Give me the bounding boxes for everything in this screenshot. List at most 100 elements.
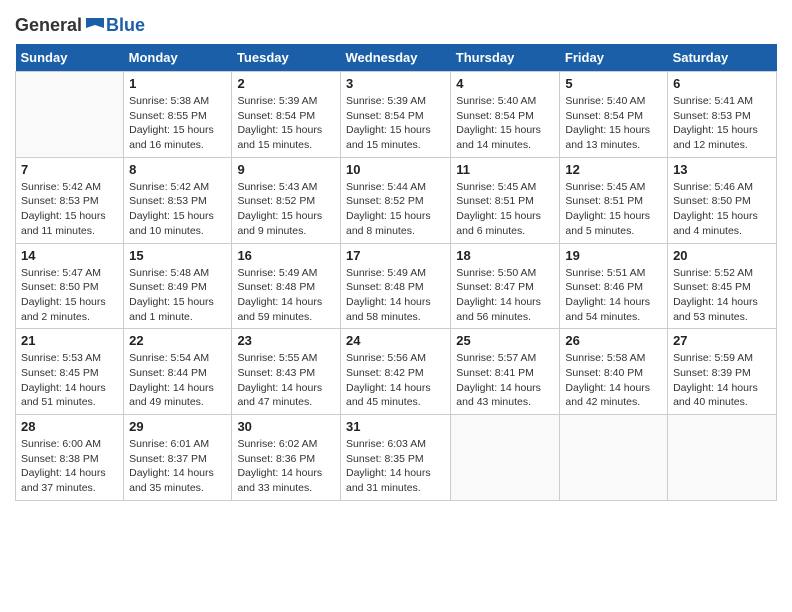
day-number: 20 (673, 248, 771, 263)
day-info: Sunrise: 5:55 AMSunset: 8:43 PMDaylight:… (237, 351, 335, 410)
day-number: 30 (237, 419, 335, 434)
day-info: Sunrise: 5:52 AMSunset: 8:45 PMDaylight:… (673, 266, 771, 325)
calendar-cell: 10 Sunrise: 5:44 AMSunset: 8:52 PMDaylig… (340, 157, 450, 243)
calendar-cell: 3 Sunrise: 5:39 AMSunset: 8:54 PMDayligh… (340, 72, 450, 158)
weekday-header-thursday: Thursday (451, 44, 560, 72)
day-info: Sunrise: 5:39 AMSunset: 8:54 PMDaylight:… (237, 94, 335, 153)
calendar-cell: 22 Sunrise: 5:54 AMSunset: 8:44 PMDaylig… (124, 329, 232, 415)
logo-general-label: General (15, 15, 82, 36)
day-number: 11 (456, 162, 554, 177)
calendar-cell (451, 415, 560, 501)
weekday-header-wednesday: Wednesday (340, 44, 450, 72)
calendar-week-row: 14 Sunrise: 5:47 AMSunset: 8:50 PMDaylig… (16, 243, 777, 329)
day-number: 12 (565, 162, 662, 177)
day-info: Sunrise: 5:59 AMSunset: 8:39 PMDaylight:… (673, 351, 771, 410)
calendar-cell: 28 Sunrise: 6:00 AMSunset: 8:38 PMDaylig… (16, 415, 124, 501)
day-number: 14 (21, 248, 118, 263)
day-info: Sunrise: 5:41 AMSunset: 8:53 PMDaylight:… (673, 94, 771, 153)
weekday-header-monday: Monday (124, 44, 232, 72)
calendar-cell: 7 Sunrise: 5:42 AMSunset: 8:53 PMDayligh… (16, 157, 124, 243)
day-info: Sunrise: 5:58 AMSunset: 8:40 PMDaylight:… (565, 351, 662, 410)
day-number: 8 (129, 162, 226, 177)
calendar-cell: 26 Sunrise: 5:58 AMSunset: 8:40 PMDaylig… (560, 329, 668, 415)
day-number: 10 (346, 162, 445, 177)
day-number: 22 (129, 333, 226, 348)
day-info: Sunrise: 5:40 AMSunset: 8:54 PMDaylight:… (565, 94, 662, 153)
day-number: 25 (456, 333, 554, 348)
day-info: Sunrise: 5:44 AMSunset: 8:52 PMDaylight:… (346, 180, 445, 239)
calendar-cell: 23 Sunrise: 5:55 AMSunset: 8:43 PMDaylig… (232, 329, 341, 415)
day-number: 4 (456, 76, 554, 91)
day-number: 3 (346, 76, 445, 91)
calendar-cell (16, 72, 124, 158)
calendar-cell: 1 Sunrise: 5:38 AMSunset: 8:55 PMDayligh… (124, 72, 232, 158)
day-number: 19 (565, 248, 662, 263)
calendar-table: SundayMondayTuesdayWednesdayThursdayFrid… (15, 44, 777, 501)
logo-flag-icon (84, 18, 106, 34)
day-info: Sunrise: 5:53 AMSunset: 8:45 PMDaylight:… (21, 351, 118, 410)
calendar-week-row: 7 Sunrise: 5:42 AMSunset: 8:53 PMDayligh… (16, 157, 777, 243)
calendar-cell: 25 Sunrise: 5:57 AMSunset: 8:41 PMDaylig… (451, 329, 560, 415)
calendar-week-row: 28 Sunrise: 6:00 AMSunset: 8:38 PMDaylig… (16, 415, 777, 501)
day-info: Sunrise: 6:02 AMSunset: 8:36 PMDaylight:… (237, 437, 335, 496)
day-number: 23 (237, 333, 335, 348)
calendar-cell: 30 Sunrise: 6:02 AMSunset: 8:36 PMDaylig… (232, 415, 341, 501)
calendar-cell: 29 Sunrise: 6:01 AMSunset: 8:37 PMDaylig… (124, 415, 232, 501)
calendar-cell: 5 Sunrise: 5:40 AMSunset: 8:54 PMDayligh… (560, 72, 668, 158)
calendar-cell: 8 Sunrise: 5:42 AMSunset: 8:53 PMDayligh… (124, 157, 232, 243)
day-number: 21 (21, 333, 118, 348)
day-number: 6 (673, 76, 771, 91)
day-number: 31 (346, 419, 445, 434)
weekday-header-friday: Friday (560, 44, 668, 72)
logo: General Blue (15, 15, 145, 36)
day-info: Sunrise: 5:47 AMSunset: 8:50 PMDaylight:… (21, 266, 118, 325)
day-number: 13 (673, 162, 771, 177)
day-info: Sunrise: 5:46 AMSunset: 8:50 PMDaylight:… (673, 180, 771, 239)
calendar-cell: 6 Sunrise: 5:41 AMSunset: 8:53 PMDayligh… (668, 72, 777, 158)
day-number: 26 (565, 333, 662, 348)
day-number: 16 (237, 248, 335, 263)
weekday-header-tuesday: Tuesday (232, 44, 341, 72)
calendar-cell: 31 Sunrise: 6:03 AMSunset: 8:35 PMDaylig… (340, 415, 450, 501)
day-number: 28 (21, 419, 118, 434)
calendar-cell: 15 Sunrise: 5:48 AMSunset: 8:49 PMDaylig… (124, 243, 232, 329)
day-info: Sunrise: 6:01 AMSunset: 8:37 PMDaylight:… (129, 437, 226, 496)
day-number: 17 (346, 248, 445, 263)
day-info: Sunrise: 6:00 AMSunset: 8:38 PMDaylight:… (21, 437, 118, 496)
calendar-cell: 19 Sunrise: 5:51 AMSunset: 8:46 PMDaylig… (560, 243, 668, 329)
weekday-header-saturday: Saturday (668, 44, 777, 72)
day-info: Sunrise: 5:39 AMSunset: 8:54 PMDaylight:… (346, 94, 445, 153)
day-info: Sunrise: 5:49 AMSunset: 8:48 PMDaylight:… (346, 266, 445, 325)
calendar-week-row: 1 Sunrise: 5:38 AMSunset: 8:55 PMDayligh… (16, 72, 777, 158)
day-number: 29 (129, 419, 226, 434)
calendar-cell: 27 Sunrise: 5:59 AMSunset: 8:39 PMDaylig… (668, 329, 777, 415)
calendar-cell: 21 Sunrise: 5:53 AMSunset: 8:45 PMDaylig… (16, 329, 124, 415)
day-number: 24 (346, 333, 445, 348)
day-info: Sunrise: 5:40 AMSunset: 8:54 PMDaylight:… (456, 94, 554, 153)
calendar-cell: 12 Sunrise: 5:45 AMSunset: 8:51 PMDaylig… (560, 157, 668, 243)
calendar-cell: 14 Sunrise: 5:47 AMSunset: 8:50 PMDaylig… (16, 243, 124, 329)
day-info: Sunrise: 5:49 AMSunset: 8:48 PMDaylight:… (237, 266, 335, 325)
day-number: 1 (129, 76, 226, 91)
day-info: Sunrise: 6:03 AMSunset: 8:35 PMDaylight:… (346, 437, 445, 496)
day-info: Sunrise: 5:50 AMSunset: 8:47 PMDaylight:… (456, 266, 554, 325)
calendar-cell: 18 Sunrise: 5:50 AMSunset: 8:47 PMDaylig… (451, 243, 560, 329)
calendar-cell: 20 Sunrise: 5:52 AMSunset: 8:45 PMDaylig… (668, 243, 777, 329)
calendar-cell: 2 Sunrise: 5:39 AMSunset: 8:54 PMDayligh… (232, 72, 341, 158)
header: General Blue (15, 10, 777, 36)
day-info: Sunrise: 5:51 AMSunset: 8:46 PMDaylight:… (565, 266, 662, 325)
calendar-cell: 4 Sunrise: 5:40 AMSunset: 8:54 PMDayligh… (451, 72, 560, 158)
day-info: Sunrise: 5:43 AMSunset: 8:52 PMDaylight:… (237, 180, 335, 239)
day-info: Sunrise: 5:48 AMSunset: 8:49 PMDaylight:… (129, 266, 226, 325)
day-info: Sunrise: 5:56 AMSunset: 8:42 PMDaylight:… (346, 351, 445, 410)
weekday-header-sunday: Sunday (16, 44, 124, 72)
calendar-cell: 16 Sunrise: 5:49 AMSunset: 8:48 PMDaylig… (232, 243, 341, 329)
day-info: Sunrise: 5:54 AMSunset: 8:44 PMDaylight:… (129, 351, 226, 410)
day-number: 9 (237, 162, 335, 177)
calendar-cell: 13 Sunrise: 5:46 AMSunset: 8:50 PMDaylig… (668, 157, 777, 243)
logo-blue-label: Blue (106, 15, 145, 35)
calendar-cell (560, 415, 668, 501)
calendar-cell: 9 Sunrise: 5:43 AMSunset: 8:52 PMDayligh… (232, 157, 341, 243)
day-number: 27 (673, 333, 771, 348)
calendar-cell: 17 Sunrise: 5:49 AMSunset: 8:48 PMDaylig… (340, 243, 450, 329)
